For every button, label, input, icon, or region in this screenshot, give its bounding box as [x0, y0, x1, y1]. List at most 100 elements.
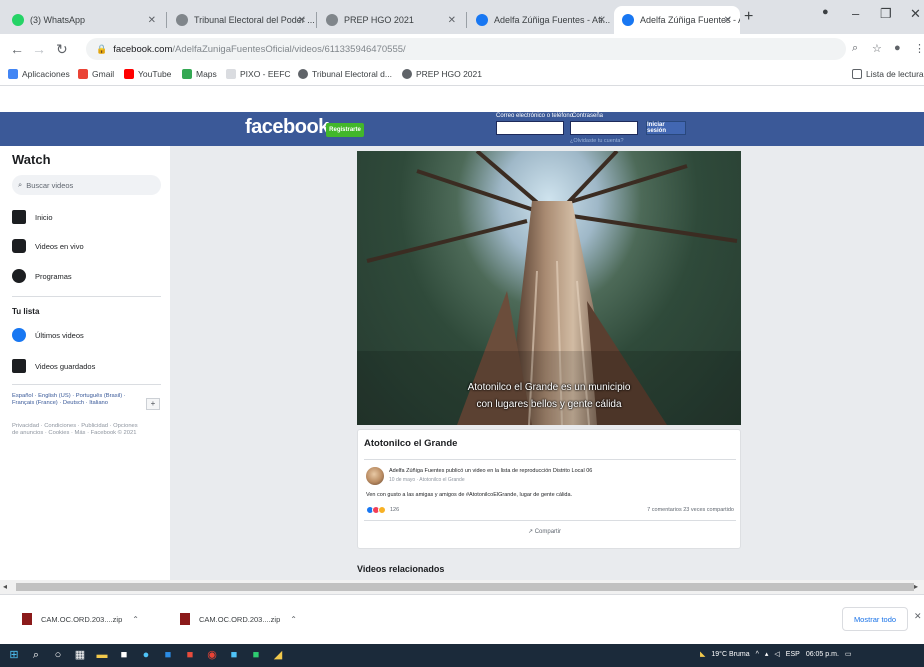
close-icon[interactable]: ✕	[724, 15, 732, 26]
bookmark-gmail[interactable]: Gmail	[78, 69, 114, 79]
password-label: Contraseña	[572, 113, 604, 119]
reading-list-icon	[852, 69, 862, 79]
chrome-icon[interactable]: ◉	[206, 649, 218, 661]
facebook-icon	[476, 14, 488, 26]
notification-icon[interactable]: ▭	[845, 650, 852, 658]
signup-button[interactable]: Registrarte	[326, 123, 364, 137]
download-item[interactable]: CAM.OC.ORD.203....zip ⌃	[180, 613, 297, 625]
bookmark-label: YouTube	[138, 69, 172, 79]
tab-facebook-1[interactable]: Adelfa Zúñiga Fuentes - Ati... ✕	[468, 6, 614, 34]
avatar[interactable]	[366, 467, 384, 485]
search-placeholder: Buscar videos	[26, 180, 74, 190]
sidebar-item-label: Programas	[35, 271, 72, 281]
bookmark-apps[interactable]: Aplicaciones	[8, 69, 70, 79]
profile-icon[interactable]: ●	[822, 6, 829, 18]
close-icon[interactable]: ✕	[148, 15, 156, 26]
bookmark-label: Aplicaciones	[22, 69, 70, 79]
menu-icon[interactable]: ⋮	[914, 42, 924, 55]
store-icon[interactable]: ■	[118, 649, 130, 661]
window-close-icon[interactable]: ✕	[910, 6, 921, 22]
horizontal-scrollbar[interactable]: ◂ ▸	[0, 580, 924, 594]
reading-list[interactable]: Lista de lectura	[852, 69, 924, 79]
close-icon[interactable]: ✕	[914, 611, 922, 622]
page-body: Watch ⌕ Buscar videos Inicio Videos en v…	[0, 146, 924, 580]
downloads-bar: CAM.OC.ORD.203....zip ⌃ CAM.OC.ORD.203..…	[0, 594, 924, 644]
bookmark-maps[interactable]: Maps	[182, 69, 217, 79]
excel-icon[interactable]: ■	[250, 649, 262, 661]
login-button[interactable]: Iniciar sesión	[646, 121, 686, 135]
sidebar-item-shows[interactable]: Programas	[12, 269, 72, 283]
show-all-button[interactable]: Mostrar todo	[842, 607, 908, 631]
star-icon[interactable]: ☆	[872, 42, 882, 55]
download-item[interactable]: CAM.OC.ORD.203....zip ⌃	[22, 613, 139, 625]
tab-whatsapp[interactable]: (3) WhatsApp ✕	[4, 6, 164, 34]
tab-facebook-active[interactable]: Adelfa Zúñiga Fuentes - Ati... ✕	[614, 6, 740, 34]
mail-icon[interactable]: ■	[162, 649, 174, 661]
back-icon[interactable]: ←	[10, 41, 24, 57]
word-icon[interactable]: ■	[228, 649, 240, 661]
chevron-up-icon[interactable]: ⌃	[132, 615, 139, 624]
volume-icon[interactable]: ◁	[774, 650, 779, 658]
clock[interactable]: 06:05 p.m.	[806, 651, 839, 658]
bookmark-tribunal[interactable]: Tribunal Electoral d...	[298, 69, 392, 79]
bookmark-youtube[interactable]: YouTube	[124, 69, 171, 79]
close-icon[interactable]: ✕	[598, 15, 606, 26]
sidebar-item-label: Videos en vivo	[35, 241, 84, 251]
close-icon[interactable]: ✕	[448, 15, 456, 26]
task-view-icon[interactable]: ○	[52, 649, 64, 661]
sidebar-item-latest[interactable]: Últimos videos	[12, 328, 84, 342]
reactions[interactable]: 126	[366, 506, 399, 514]
scroll-left-icon[interactable]: ◂	[3, 582, 7, 591]
forgot-account-link[interactable]: ¿Olvidaste tu cuenta?	[570, 138, 624, 144]
sidebar-item-live[interactable]: Videos en vivo	[12, 239, 84, 253]
search-input[interactable]: ⌕ Buscar videos	[12, 175, 161, 195]
sidebar-item-label: Últimos videos	[35, 330, 84, 340]
search-icon[interactable]: ⌕	[30, 649, 42, 661]
minimize-icon[interactable]: –	[852, 6, 859, 21]
scroll-right-icon[interactable]: ▸	[914, 582, 918, 591]
bookmark-prep[interactable]: PREP HGO 2021	[402, 69, 482, 79]
url-path: /AdelfaZunigaFuentesOficial/videos/61133…	[172, 43, 406, 55]
watch-sidebar: Watch ⌕ Buscar videos Inicio Videos en v…	[0, 146, 170, 580]
close-icon[interactable]: ✕	[298, 15, 306, 26]
system-tray[interactable]: ◣ 19°C Bruma ^ ▴ ◁ ESP 06:05 p.m. ▭	[700, 650, 852, 659]
facebook-logo[interactable]: facebook	[245, 116, 329, 139]
share-button[interactable]: ↗ Compartir	[528, 528, 561, 535]
chevron-up-icon[interactable]: ^	[756, 651, 759, 658]
forward-icon[interactable]: →	[32, 41, 46, 57]
email-field[interactable]	[496, 121, 564, 135]
file-explorer-icon[interactable]: ▬	[96, 649, 108, 661]
language-links[interactable]: Español · English (US) · Português (Bras…	[12, 393, 142, 407]
windows-start-icon[interactable]: ⊞	[8, 649, 20, 661]
footer-links[interactable]: Privacidad · Condiciones · Publicidad · …	[12, 423, 142, 437]
caption-line: Atotonilco el Grande es un municipio	[467, 382, 631, 393]
engagement-counts[interactable]: 7 comentarios 23 veces compartido	[647, 507, 734, 513]
tab-tribunal[interactable]: Tribunal Electoral del Poder ... ✕	[168, 6, 314, 34]
maximize-icon[interactable]: ❐	[880, 6, 892, 22]
tab-prep[interactable]: PREP HGO 2021 ✕	[318, 6, 464, 34]
youtube-icon	[124, 69, 134, 79]
live-video-icon	[12, 239, 26, 253]
paint-icon[interactable]: ◢	[272, 649, 284, 661]
language-indicator[interactable]: ESP	[786, 651, 800, 658]
post-author-line[interactable]: Adelfa Zúñiga Fuentes publicó un video e…	[389, 468, 592, 474]
account-icon[interactable]: ●	[894, 42, 901, 54]
widgets-icon[interactable]: ▦	[74, 649, 86, 661]
chevron-up-icon[interactable]: ⌃	[290, 615, 297, 624]
app-icon[interactable]: ■	[184, 649, 196, 661]
reload-icon[interactable]: ↻	[56, 41, 68, 58]
new-tab-button[interactable]: +	[744, 8, 753, 26]
add-language-button[interactable]: +	[146, 398, 160, 410]
address-bar[interactable]: 🔒 facebook.com /AdelfaZunigaFuentesOfici…	[86, 38, 846, 60]
bookmark-pixo[interactable]: PIXO - EEFC	[226, 69, 291, 79]
download-name: CAM.OC.ORD.203....zip	[41, 614, 123, 624]
sidebar-item-home[interactable]: Inicio	[12, 210, 53, 224]
post-meta: 10 de mayo · Atotonilco el Grande	[389, 477, 465, 483]
video-player[interactable]: Atotonilco el Grande es un municipio con…	[357, 151, 741, 425]
sidebar-item-saved[interactable]: Videos guardados	[12, 359, 95, 373]
zoom-icon[interactable]: ⌕	[852, 42, 858, 55]
password-field[interactable]	[570, 121, 638, 135]
scrollbar-thumb[interactable]	[16, 583, 914, 591]
network-icon[interactable]: ▴	[765, 650, 769, 658]
edge-icon[interactable]: ●	[140, 649, 152, 661]
